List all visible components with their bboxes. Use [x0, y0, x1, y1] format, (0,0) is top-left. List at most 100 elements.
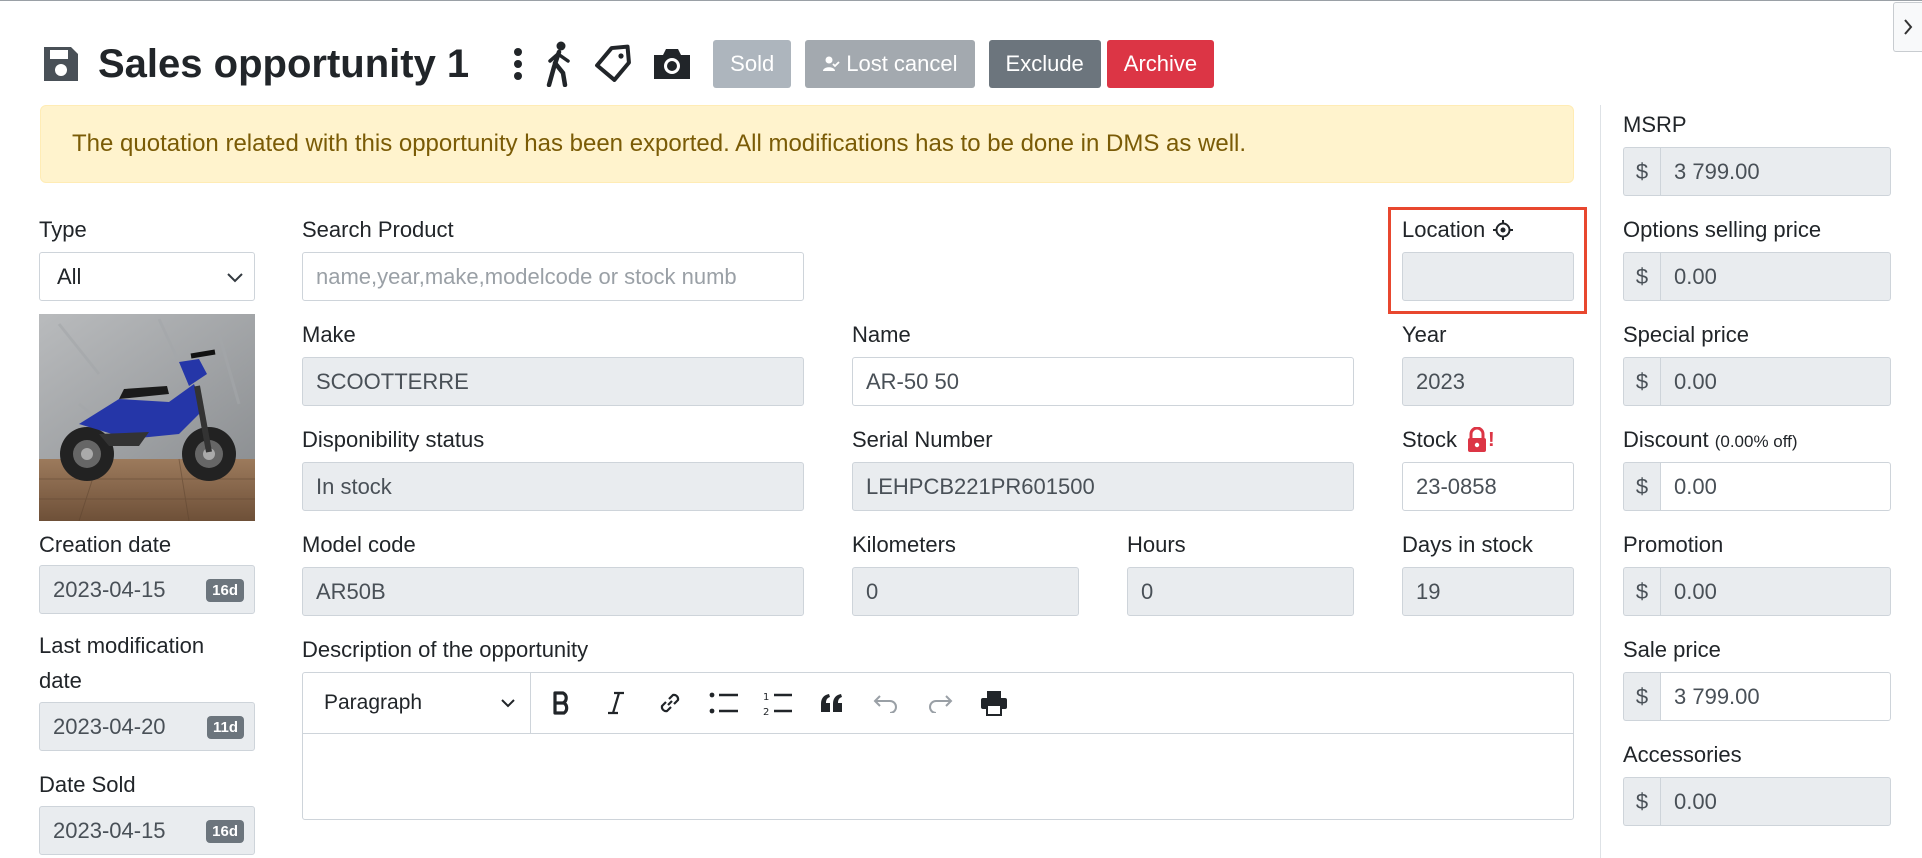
year-value: 2023: [1416, 368, 1465, 394]
last-modification-field: 2023-04-20 11d: [39, 702, 255, 751]
lost-cancel-label: Lost cancel: [846, 51, 958, 76]
creation-date-field: 2023-04-15 16d: [39, 565, 255, 614]
make-field: SCOOTTERRE: [302, 357, 804, 406]
walking-person-icon[interactable]: [541, 41, 575, 87]
hours-value: 0: [1141, 578, 1154, 604]
special-price-group: $ 0.00: [1623, 357, 1891, 406]
search-product-placeholder: name,year,make,modelcode or stock numb: [316, 263, 737, 289]
kebab-menu-icon[interactable]: [513, 44, 523, 84]
alert-text: The quotation related with this opportun…: [72, 130, 1247, 157]
sale-price-value: 3 799.00: [1674, 683, 1760, 709]
redo-icon[interactable]: [913, 673, 967, 734]
paragraph-style-value: Paragraph: [324, 691, 423, 714]
special-price-label: Special price: [1623, 322, 1749, 347]
year-label: Year: [1402, 322, 1447, 347]
location-label: Location: [1402, 217, 1486, 242]
hours-field: 0: [1127, 567, 1354, 616]
crosshair-icon[interactable]: [1492, 219, 1514, 241]
date-sold-field: 2023-04-15 16d: [39, 806, 255, 855]
bulleted-list-icon[interactable]: [697, 673, 751, 734]
numbered-list-icon[interactable]: 12: [751, 673, 805, 734]
accessories-value: 0.00: [1674, 788, 1717, 814]
tag-icon[interactable]: [593, 44, 633, 84]
archive-button[interactable]: Archive: [1106, 40, 1215, 88]
description-label: Description of the opportunity: [302, 637, 589, 662]
sale-price-field[interactable]: 3 799.00: [1660, 672, 1891, 721]
msrp-value: 3 799.00: [1674, 158, 1760, 184]
promotion-label: Promotion: [1623, 532, 1724, 557]
blockquote-icon[interactable]: [805, 673, 859, 734]
bold-icon[interactable]: [535, 673, 589, 734]
lost-cancel-button[interactable]: Lost cancel: [805, 40, 975, 88]
msrp-field: 3 799.00: [1660, 147, 1891, 196]
stock-field[interactable]: 23-0858: [1402, 462, 1574, 511]
stock-label-group: Stock !: [1402, 427, 1495, 453]
italic-icon[interactable]: [589, 673, 643, 734]
options-selling-price-field: 0.00: [1660, 252, 1891, 301]
user-check-icon: [823, 56, 840, 71]
disponibility-field: In stock: [302, 462, 804, 511]
type-select[interactable]: All: [39, 252, 255, 301]
sold-age-badge: 16d: [206, 820, 244, 843]
location-field[interactable]: [1402, 252, 1574, 301]
last-modification-value: 2023-04-20: [53, 713, 166, 739]
days-in-stock-value: 19: [1416, 578, 1441, 604]
location-label-group: Location: [1402, 217, 1514, 243]
modification-age-badge: 11d: [206, 716, 244, 739]
currency-prefix: $: [1623, 777, 1660, 826]
discount-group: $ 0.00: [1623, 462, 1891, 511]
paragraph-style-select[interactable]: Paragraph: [303, 672, 531, 734]
special-price-field: 0.00: [1660, 357, 1891, 406]
msrp-input-group: $ 3 799.00: [1623, 147, 1891, 196]
hours-label: Hours: [1127, 532, 1186, 557]
serial-number-label: Serial Number: [852, 427, 993, 452]
kilometers-label: Kilometers: [852, 532, 956, 557]
link-icon[interactable]: [643, 673, 697, 734]
save-icon[interactable]: [40, 43, 82, 85]
serial-number-field: LEHPCB221PR601500: [852, 462, 1354, 511]
column-divider: [1600, 105, 1601, 858]
search-product-input[interactable]: name,year,make,modelcode or stock numb: [302, 252, 804, 301]
creation-age-badge: 16d: [206, 579, 244, 602]
msrp-label: MSRP: [1623, 112, 1687, 137]
currency-prefix: $: [1623, 462, 1660, 511]
days-in-stock-field: 19: [1402, 567, 1574, 616]
product-photo: [39, 314, 255, 521]
type-label: Type: [39, 217, 87, 242]
camera-icon[interactable]: [651, 46, 693, 82]
options-selling-price-value: 0.00: [1674, 263, 1717, 289]
side-panel-toggle[interactable]: [1893, 2, 1922, 52]
kilometers-value: 0: [866, 578, 879, 604]
currency-prefix: $: [1623, 252, 1660, 301]
currency-prefix: $: [1623, 357, 1660, 406]
model-code-value: AR50B: [316, 578, 386, 604]
special-price-value: 0.00: [1674, 368, 1717, 394]
print-icon[interactable]: [967, 673, 1021, 734]
sold-button[interactable]: Sold: [713, 40, 792, 88]
disponibility-value: In stock: [316, 473, 392, 499]
discount-field[interactable]: 0.00: [1660, 462, 1891, 511]
options-selling-price-group: $ 0.00: [1623, 252, 1891, 301]
editor-content-area[interactable]: [303, 734, 1573, 819]
days-in-stock-label: Days in stock: [1402, 532, 1533, 557]
svg-text:2: 2: [763, 707, 769, 717]
name-value: AR-50 50: [866, 368, 959, 394]
year-field: 2023: [1402, 357, 1574, 406]
discount-percent-note: (0.00% off): [1714, 432, 1798, 451]
promotion-field: 0.00: [1660, 567, 1891, 616]
undo-icon[interactable]: [859, 673, 913, 734]
top-border: [0, 0, 1922, 1]
type-select-value: All: [57, 263, 82, 289]
chevron-down-icon: [501, 699, 515, 708]
accessories-group: $ 0.00: [1623, 777, 1891, 826]
sale-price-group: $ 3 799.00: [1623, 672, 1891, 721]
name-field[interactable]: AR-50 50: [852, 357, 1354, 406]
promotion-value: 0.00: [1674, 578, 1717, 604]
lock-icon[interactable]: !: [1466, 427, 1495, 453]
sale-price-label: Sale price: [1623, 637, 1721, 662]
exclude-button[interactable]: Exclude: [988, 40, 1101, 88]
last-modification-label-line2: date: [39, 668, 82, 693]
date-sold-value: 2023-04-15: [53, 817, 166, 843]
currency-prefix: $: [1623, 672, 1660, 721]
currency-prefix: $: [1623, 567, 1660, 616]
